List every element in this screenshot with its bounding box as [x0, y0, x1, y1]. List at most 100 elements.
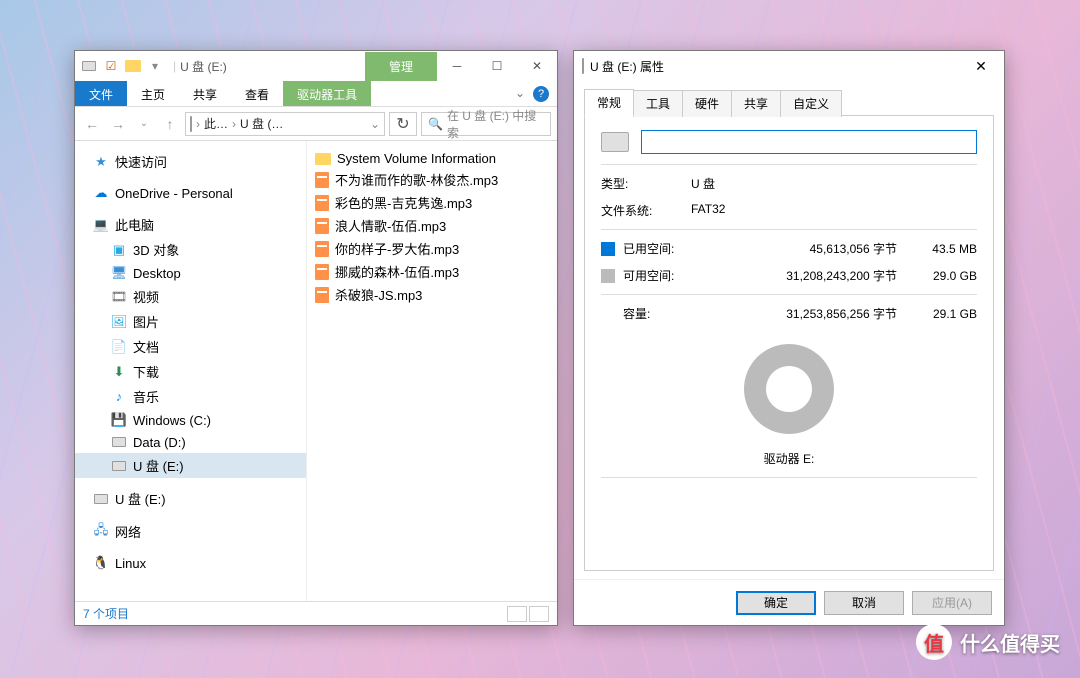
nav-forward-icon[interactable]: → — [107, 113, 129, 135]
list-item[interactable]: 杀破狼-JS.mp3 — [311, 283, 553, 306]
file-list[interactable]: System Volume Information 不为谁而作的歌-林俊杰.mp… — [307, 141, 557, 601]
address-bar[interactable]: › 此… › U 盘 (… ⌄ — [185, 112, 385, 136]
capacity-bytes: 31,253,856,256 字节 — [691, 305, 917, 322]
nav-3d-objects[interactable]: ▣3D 对象 — [75, 237, 306, 262]
tab-drive-tools[interactable]: 驱动器工具 — [283, 81, 371, 106]
tab-share[interactable]: 共享 — [179, 81, 231, 106]
list-item[interactable]: 不为谁而作的歌-林俊杰.mp3 — [311, 168, 553, 191]
close-button[interactable]: ✕ — [517, 51, 557, 81]
search-icon: 🔍 — [428, 117, 443, 131]
drive-icon — [582, 59, 584, 73]
nav-quick-access[interactable]: ★快速访问 — [75, 149, 306, 174]
free-label: 可用空间: — [623, 267, 691, 284]
type-label: 类型: — [601, 175, 691, 192]
nav-drive-d[interactable]: Data (D:) — [75, 431, 306, 453]
close-button[interactable]: ✕ — [966, 51, 996, 81]
help-icon[interactable]: ? — [533, 86, 549, 102]
drive-icon — [601, 132, 629, 152]
minimize-button[interactable]: ─ — [437, 51, 477, 81]
folder-icon — [315, 153, 331, 165]
navigation-pane: ★快速访问 ☁OneDrive - Personal 💻此电脑 ▣3D 对象 🖥… — [75, 141, 307, 601]
tab-view[interactable]: 查看 — [231, 81, 283, 106]
used-bytes: 45,613,056 字节 — [691, 240, 917, 257]
list-item[interactable]: 挪威的森林-伍佰.mp3 — [311, 260, 553, 283]
manage-context-tab: 管理 — [365, 52, 437, 81]
ribbon-tabs: 文件 主页 共享 查看 驱动器工具 ⌄ ? — [75, 81, 557, 107]
nav-documents[interactable]: 📄文档 — [75, 334, 306, 359]
nav-desktop[interactable]: 🖥Desktop — [75, 262, 306, 284]
view-icons-button[interactable] — [529, 606, 549, 622]
nav-linux[interactable]: 🐧Linux — [75, 552, 306, 574]
list-item[interactable]: 彩色的黑-吉克隽逸.mp3 — [311, 191, 553, 214]
used-size: 43.5 MB — [917, 242, 977, 256]
nav-music[interactable]: ♪音乐 — [75, 384, 306, 409]
breadcrumb-root[interactable]: 此… — [204, 115, 228, 132]
audio-icon — [315, 218, 329, 234]
audio-icon — [315, 287, 329, 303]
free-swatch — [601, 269, 615, 283]
list-item[interactable]: System Volume Information — [311, 149, 553, 168]
tab-home[interactable]: 主页 — [127, 81, 179, 106]
nav-up-icon[interactable]: ↑ — [159, 113, 181, 135]
properties-window: U 盘 (E:) 属性 ✕ 常规 工具 硬件 共享 自定义 类型:U 盘 文件系… — [573, 50, 1005, 626]
tab-content-general: 类型:U 盘 文件系统:FAT32 已用空间: 45,613,056 字节 43… — [584, 115, 994, 571]
audio-icon — [315, 195, 329, 211]
ok-button[interactable]: 确定 — [736, 591, 816, 615]
cancel-button[interactable]: 取消 — [824, 591, 904, 615]
nav-drive-e[interactable]: U 盘 (E:) — [75, 453, 306, 478]
nav-drive-c[interactable]: 💾Windows (C:) — [75, 409, 306, 431]
nav-downloads[interactable]: ⬇下载 — [75, 359, 306, 384]
address-dropdown-icon[interactable]: ⌄ — [370, 117, 380, 131]
free-size: 29.0 GB — [917, 269, 977, 283]
status-bar: 7 个项目 — [75, 601, 557, 625]
nav-drive-e-root[interactable]: U 盘 (E:) — [75, 486, 306, 511]
nav-back-icon[interactable]: ← — [81, 113, 103, 135]
dialog-buttons: 确定 取消 应用(A) — [574, 579, 1004, 625]
tab-sharing[interactable]: 共享 — [731, 90, 781, 117]
watermark-badge-icon: 值 — [916, 624, 952, 660]
properties-title: U 盘 (E:) 属性 — [590, 58, 664, 75]
item-count: 7 个项目 — [83, 605, 129, 622]
nav-pictures[interactable]: 🖼图片 — [75, 309, 306, 334]
breadcrumb-current[interactable]: U 盘 (… — [240, 115, 283, 132]
maximize-button[interactable]: ☐ — [477, 51, 517, 81]
nav-network[interactable]: 🖧网络 — [75, 519, 306, 544]
drive-name-input[interactable] — [641, 130, 977, 154]
chevron-right-icon[interactable]: › — [196, 117, 200, 131]
tab-file[interactable]: 文件 — [75, 81, 127, 106]
search-input[interactable]: 🔍 在 U 盘 (E:) 中搜索 — [421, 112, 551, 136]
explorer-window: ☑ ▾ | U 盘 (E:) 管理 ─ ☐ ✕ 文件 主页 共享 查看 驱动器工… — [74, 50, 558, 626]
title-separator: | — [173, 59, 176, 73]
list-item[interactable]: 你的样子-罗大佑.mp3 — [311, 237, 553, 260]
ribbon-expand-icon[interactable]: ⌄ — [507, 81, 533, 106]
fs-label: 文件系统: — [601, 202, 691, 219]
tab-tools[interactable]: 工具 — [633, 90, 683, 117]
audio-icon — [315, 264, 329, 280]
list-item[interactable]: 浪人情歌-伍佰.mp3 — [311, 214, 553, 237]
drive-icon — [81, 58, 97, 74]
nav-onedrive[interactable]: ☁OneDrive - Personal — [75, 182, 306, 204]
nav-this-pc[interactable]: 💻此电脑 — [75, 212, 306, 237]
capacity-label: 容量: — [623, 305, 691, 322]
properties-titlebar[interactable]: U 盘 (E:) 属性 ✕ — [574, 51, 1004, 81]
qat-dropdown-icon[interactable]: ▾ — [147, 58, 163, 74]
nav-recent-icon[interactable]: ⌄ — [133, 113, 155, 135]
window-title: U 盘 (E:) — [180, 58, 227, 75]
used-label: 已用空间: — [623, 240, 691, 257]
refresh-button[interactable]: ↻ — [389, 112, 417, 136]
search-placeholder: 在 U 盘 (E:) 中搜索 — [447, 107, 544, 141]
view-details-button[interactable] — [507, 606, 527, 622]
tab-custom[interactable]: 自定义 — [780, 90, 842, 117]
tab-hardware[interactable]: 硬件 — [682, 90, 732, 117]
nav-videos[interactable]: 🎞视频 — [75, 284, 306, 309]
qat-folder-icon[interactable] — [125, 58, 141, 74]
tab-general[interactable]: 常规 — [584, 89, 634, 116]
watermark-text: 什么值得买 — [960, 628, 1060, 657]
drive-icon — [190, 117, 192, 131]
address-bar-row: ← → ⌄ ↑ › 此… › U 盘 (… ⌄ ↻ 🔍 在 U 盘 (E:) 中… — [75, 107, 557, 141]
apply-button[interactable]: 应用(A) — [912, 591, 992, 615]
explorer-titlebar[interactable]: ☑ ▾ | U 盘 (E:) 管理 ─ ☐ ✕ — [75, 51, 557, 81]
chevron-right-icon[interactable]: › — [232, 117, 236, 131]
drive-label: 驱动器 E: — [601, 450, 977, 467]
qat-checkbox-icon[interactable]: ☑ — [103, 58, 119, 74]
